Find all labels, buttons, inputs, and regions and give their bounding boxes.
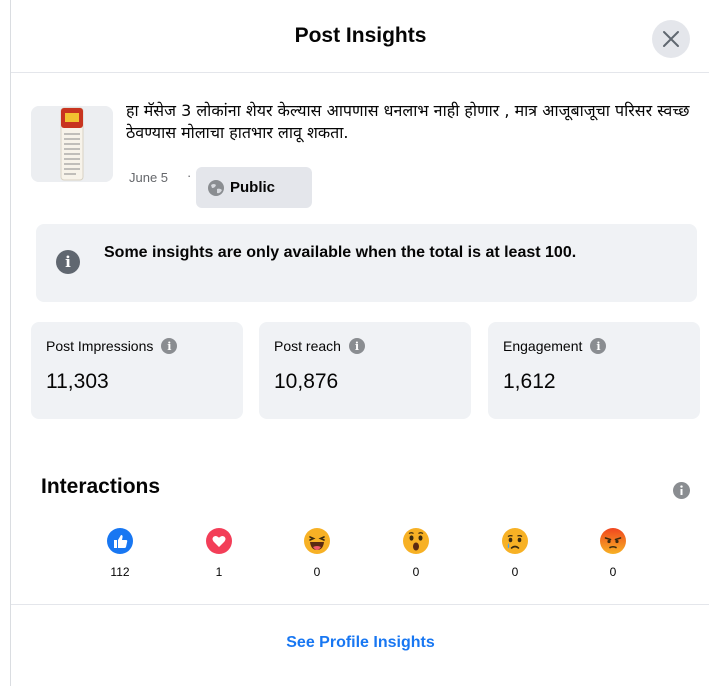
- dialog-title: Post Insights: [294, 24, 427, 47]
- reaction-count: 0: [609, 565, 617, 579]
- metric-label: Engagement: [503, 338, 583, 354]
- info-icon[interactable]: i: [161, 338, 178, 354]
- reaction-sad[interactable]: 0: [485, 528, 545, 579]
- close-icon: [663, 31, 679, 47]
- globe-icon: [208, 179, 224, 196]
- dialog-header: Post Insights: [11, 0, 709, 73]
- reaction-like[interactable]: 112: [90, 528, 150, 579]
- insights-notice: i Some insights are only available when …: [36, 224, 697, 302]
- angry-icon: [600, 528, 626, 554]
- info-icon: i: [56, 250, 80, 274]
- interactions-title: Interactions: [41, 475, 161, 498]
- post-separator: ·: [187, 168, 192, 183]
- reaction-count: 1: [215, 565, 223, 579]
- reaction-count: 0: [511, 565, 519, 579]
- see-profile-insights-link[interactable]: See Profile Insights: [11, 634, 709, 652]
- audience-badge[interactable]: Public: [196, 167, 312, 208]
- info-icon[interactable]: i: [348, 338, 365, 354]
- audience-label: Public: [230, 179, 276, 196]
- metric-value: 10,876: [274, 370, 339, 393]
- metric-value: 1,612: [503, 370, 556, 393]
- post-thumbnail[interactable]: [31, 106, 113, 182]
- sad-icon: [502, 528, 528, 554]
- love-icon: [206, 528, 232, 554]
- metric-label: Post Impressions: [46, 338, 154, 354]
- footer-divider: [11, 604, 709, 605]
- haha-icon: [304, 528, 330, 554]
- reaction-count: 0: [313, 565, 321, 579]
- reaction-haha[interactable]: 0: [287, 528, 347, 579]
- metric-card-engagement: Engagement i 1,612: [488, 322, 700, 419]
- post-image: [31, 106, 113, 182]
- reaction-count: 112: [110, 565, 130, 579]
- post-text: हा मॅसेज 3 लोकांना शेयर केल्यास आपणास धन…: [126, 101, 690, 142]
- metric-card-post-impressions: Post Impressions i 11,303: [31, 322, 243, 419]
- close-button[interactable]: [652, 20, 690, 58]
- wow-icon: [403, 528, 429, 554]
- notice-text: Some insights are only available when th…: [104, 244, 577, 261]
- info-icon[interactable]: i: [590, 338, 607, 354]
- like-icon: [107, 528, 133, 554]
- reaction-wow[interactable]: 0: [386, 528, 446, 579]
- metric-value: 11,303: [46, 370, 109, 393]
- post-date[interactable]: June 5: [129, 170, 168, 185]
- reaction-angry[interactable]: 0: [583, 528, 643, 579]
- post-insights-dialog: Post Insights हा मॅसेज 3 लोकांना शेयर के…: [10, 0, 709, 686]
- reaction-love[interactable]: 1: [189, 528, 249, 579]
- metric-label: Post reach: [274, 338, 341, 354]
- reaction-count: 0: [412, 565, 420, 579]
- info-icon[interactable]: [673, 482, 690, 499]
- metric-card-post-reach: Post reach i 10,876: [259, 322, 471, 419]
